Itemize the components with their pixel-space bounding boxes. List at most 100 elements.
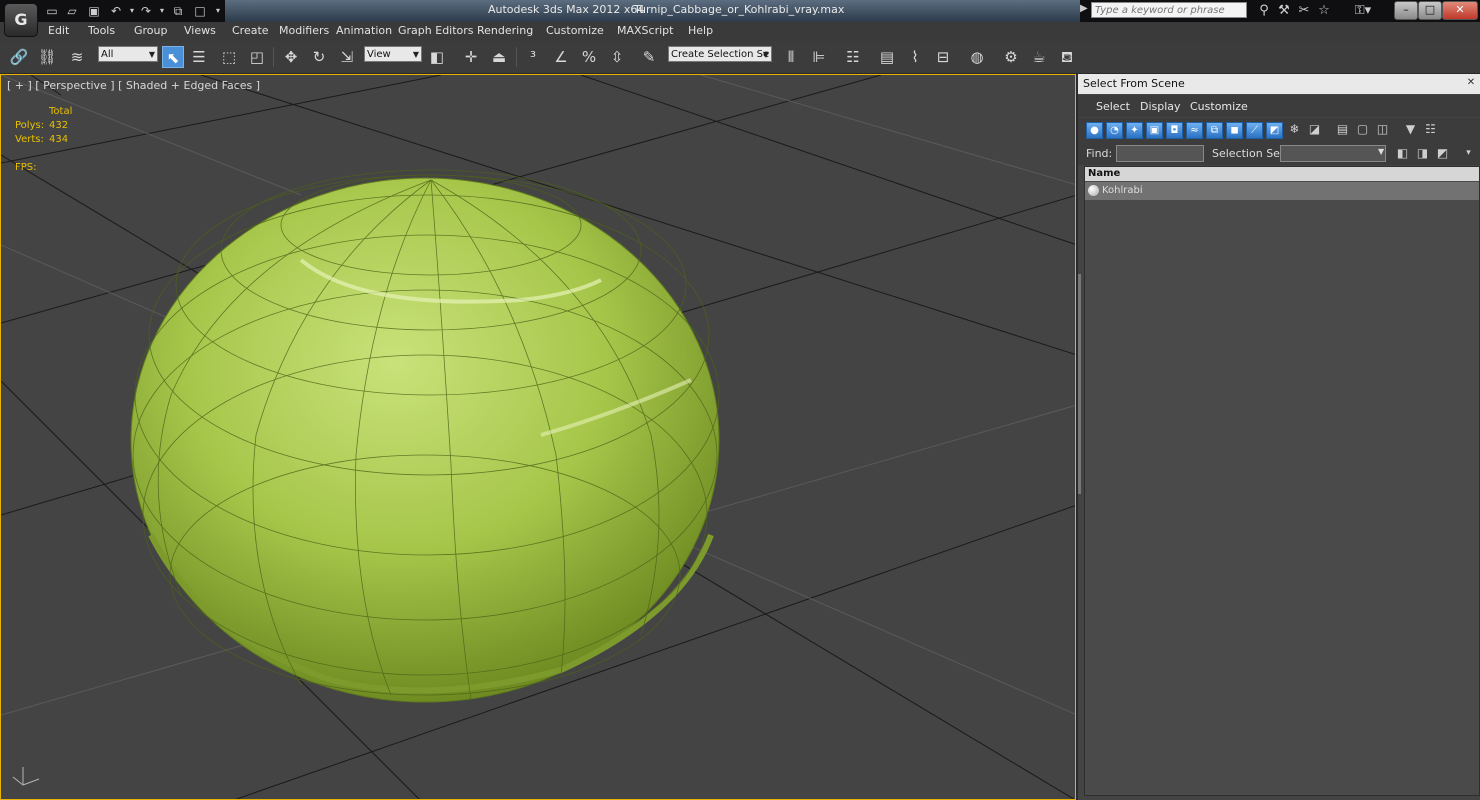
display-xrefs-icon[interactable]: ◼ — [1226, 122, 1243, 139]
select-manipulate-icon[interactable]: ✛ — [460, 46, 482, 68]
display-space-warps-icon[interactable]: ≈ — [1186, 122, 1203, 139]
perspective-viewport[interactable]: [ + ] [ Perspective ] [ Shaded + Edged F… — [0, 74, 1076, 800]
maximize-button[interactable]: □ — [1418, 1, 1442, 20]
select-object-icon[interactable]: ⬉ — [162, 46, 184, 68]
display-containers-icon[interactable]: ◩ — [1266, 122, 1283, 139]
list-column-name[interactable]: Name — [1085, 167, 1479, 181]
mirror-icon[interactable]: ⫴ — [780, 46, 802, 68]
redo-dropdown-icon[interactable]: ▾ — [154, 3, 170, 19]
minimize-button[interactable]: – — [1394, 1, 1418, 20]
select-and-rotate-icon[interactable]: ↻ — [308, 46, 330, 68]
select-and-move-icon[interactable]: ✥ — [280, 46, 302, 68]
menu-views[interactable]: Views — [184, 24, 216, 37]
dialog-close-icon[interactable]: ✕ — [1465, 77, 1477, 89]
title-bar: G ▭ ▱ ▣ ↶ ▾ ↷ ▾ ⧉ □ ▾ Autodesk 3ds Max 2… — [0, 0, 1480, 37]
undo-icon[interactable]: ↶ — [108, 3, 124, 19]
title-expand-icon[interactable]: ▶ — [1080, 3, 1088, 14]
display-bones-icon[interactable]: ⟋ — [1246, 122, 1263, 139]
workspace-icon[interactable]: □ — [192, 3, 208, 19]
spinner-snap-icon[interactable]: ⇳ — [606, 46, 628, 68]
favorites-star-icon[interactable]: ☆ — [1316, 3, 1332, 19]
help-key-icon[interactable]: ⚿▾ — [1348, 3, 1378, 19]
close-button[interactable]: ✕ — [1442, 1, 1478, 20]
display-geometry-icon[interactable]: ● — [1086, 122, 1103, 139]
chevron-down-icon[interactable]: ▼ — [1378, 147, 1384, 156]
select-and-scale-icon[interactable]: ⇲ — [336, 46, 358, 68]
selection-filter-dropdown[interactable]: All ▼ — [98, 46, 158, 62]
display-hidden-icon[interactable]: ◪ — [1306, 122, 1323, 139]
edit-named-selection-icon[interactable]: ✎ — [638, 46, 660, 68]
named-selection-dropdown[interactable]: Create Selection Se ▼ — [668, 46, 772, 62]
rectangular-selection-icon[interactable]: ⬚ — [218, 46, 240, 68]
polys-label: Polys: — [15, 120, 45, 131]
render-setup-icon[interactable]: ⚙ — [1000, 46, 1022, 68]
dialog-menu-select[interactable]: Select — [1096, 100, 1130, 113]
graphite-ribbon-icon[interactable]: ▤ — [876, 46, 898, 68]
percent-snap-icon[interactable]: % — [578, 46, 600, 68]
menu-graph-editors[interactable]: Graph Editors — [398, 24, 474, 37]
snaps-toggle-icon[interactable]: ³ — [522, 46, 544, 68]
tools-icon[interactable]: ✂ — [1296, 3, 1312, 19]
select-invert-icon[interactable]: ◫ — [1374, 122, 1391, 139]
menu-maxscript[interactable]: MAXScript — [617, 24, 673, 37]
subscription-icon[interactable]: ⚒ — [1276, 3, 1292, 19]
viewport-label[interactable]: [ + ] [ Perspective ] [ Shaded + Edged F… — [7, 79, 260, 92]
panel-scrollbar[interactable] — [1078, 274, 1081, 494]
menu-rendering[interactable]: Rendering — [477, 24, 533, 37]
dialog-expand-icon[interactable]: ▾ — [1460, 146, 1477, 163]
quick-access-dropdown-icon[interactable]: ▾ — [210, 3, 226, 19]
keyboard-shortcut-override-icon[interactable]: ⏏ — [488, 46, 510, 68]
binoculars-icon[interactable]: ⚲ — [1256, 3, 1272, 19]
schematic-view-icon[interactable]: ⊟ — [932, 46, 954, 68]
select-none-icon[interactable]: ▢ — [1354, 122, 1371, 139]
selection-set-dropdown[interactable] — [1280, 145, 1386, 162]
display-shapes-icon[interactable]: ◔ — [1106, 122, 1123, 139]
scene-object-list[interactable]: Name Kohlrabi — [1084, 166, 1480, 796]
create-selection-set-icon[interactable]: ◧ — [1394, 146, 1411, 163]
menu-modifiers[interactable]: Modifiers — [279, 24, 329, 37]
remove-selection-set-icon[interactable]: ◨ — [1414, 146, 1431, 163]
menu-group[interactable]: Group — [134, 24, 168, 37]
render-production-icon[interactable]: ⛾ — [1056, 46, 1078, 68]
layer-manager-icon[interactable]: ☷ — [842, 46, 864, 68]
filter-options-icon[interactable]: ☷ — [1422, 122, 1439, 139]
select-by-name-icon[interactable]: ☰ — [188, 46, 210, 68]
display-groups-icon[interactable]: ⧉ — [1206, 122, 1223, 139]
new-file-icon[interactable]: ▭ — [44, 3, 60, 19]
menu-tools[interactable]: Tools — [88, 24, 115, 37]
reference-coordinate-dropdown[interactable]: View ▼ — [364, 46, 422, 62]
rendered-frame-window-icon[interactable]: ☕ — [1028, 46, 1050, 68]
bind-to-space-warp-icon[interactable]: ≋ — [66, 46, 88, 68]
find-input[interactable] — [1116, 145, 1204, 162]
window-crossing-icon[interactable]: ◰ — [246, 46, 268, 68]
redo-icon[interactable]: ↷ — [138, 3, 154, 19]
list-item[interactable]: Kohlrabi — [1085, 182, 1479, 200]
open-file-icon[interactable]: ▱ — [64, 3, 80, 19]
unlink-selection-icon[interactable]: ⛓ — [36, 46, 58, 68]
dialog-menu-customize[interactable]: Customize — [1190, 100, 1248, 113]
search-input[interactable] — [1091, 2, 1247, 18]
select-and-link-icon[interactable]: 🔗 — [8, 46, 30, 68]
display-frozen-icon[interactable]: ❄ — [1286, 122, 1303, 139]
angle-snap-icon[interactable]: ∠ — [550, 46, 572, 68]
display-lights-icon[interactable]: ✦ — [1126, 122, 1143, 139]
dialog-title-bar[interactable]: Select From Scene ✕ — [1078, 74, 1480, 94]
material-editor-icon[interactable]: ◍ — [966, 46, 988, 68]
menu-customize[interactable]: Customize — [546, 24, 604, 37]
select-all-icon[interactable]: ▤ — [1334, 122, 1351, 139]
menu-help[interactable]: Help — [688, 24, 713, 37]
curve-editor-icon[interactable]: ⌇ — [904, 46, 926, 68]
menu-animation[interactable]: Animation — [336, 24, 392, 37]
filter-icon[interactable]: ▼ — [1402, 122, 1419, 139]
menu-create[interactable]: Create — [232, 24, 269, 37]
app-logo-icon[interactable]: G — [4, 3, 38, 37]
add-to-selection-set-icon[interactable]: ◩ — [1434, 146, 1451, 163]
menu-edit[interactable]: Edit — [48, 24, 69, 37]
display-helpers-icon[interactable]: ◘ — [1166, 122, 1183, 139]
pivot-point-icon[interactable]: ◧ — [426, 46, 448, 68]
save-file-icon[interactable]: ▣ — [86, 3, 102, 19]
dialog-menu-display[interactable]: Display — [1140, 100, 1181, 113]
align-icon[interactable]: ⊫ — [808, 46, 830, 68]
display-cameras-icon[interactable]: ▣ — [1146, 122, 1163, 139]
hold-icon[interactable]: ⧉ — [170, 3, 186, 19]
